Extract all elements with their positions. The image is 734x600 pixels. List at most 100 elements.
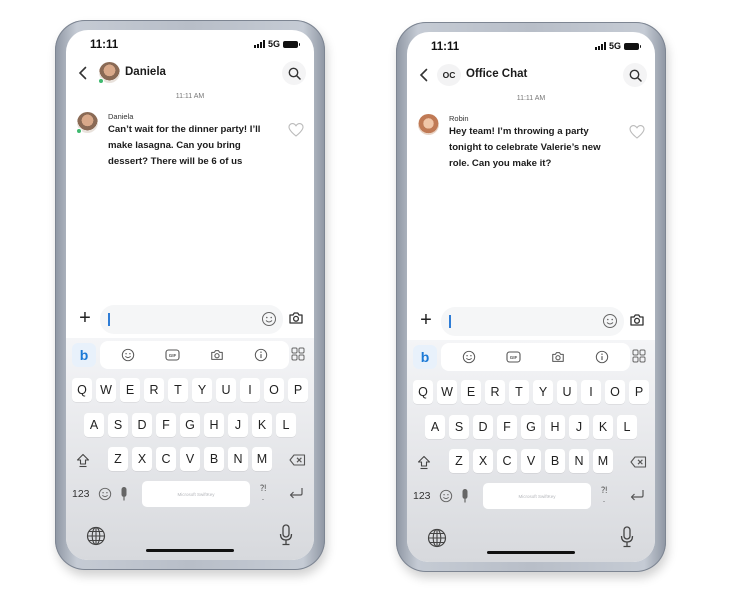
search-button[interactable] — [282, 61, 306, 85]
emoji-key-icon[interactable] — [98, 487, 112, 501]
home-indicator[interactable] — [487, 550, 575, 554]
backspace-key[interactable] — [288, 451, 306, 469]
key-a[interactable]: A — [424, 415, 446, 439]
microphone-icon[interactable] — [278, 524, 294, 546]
key-b[interactable]: B — [544, 449, 566, 473]
back-button[interactable] — [74, 64, 92, 82]
globe-icon[interactable] — [86, 526, 106, 546]
key-m[interactable]: M — [592, 449, 614, 473]
home-indicator[interactable] — [146, 548, 234, 552]
key-o[interactable]: O — [263, 378, 285, 402]
key-z[interactable]: Z — [448, 449, 470, 473]
key-v[interactable]: V — [520, 449, 542, 473]
toolbar-info-button[interactable] — [253, 347, 269, 363]
globe-icon[interactable] — [427, 528, 447, 548]
key-m[interactable]: M — [251, 447, 273, 471]
key-x[interactable]: X — [472, 449, 494, 473]
toolbar-gif-button[interactable]: GIF — [164, 347, 180, 363]
key-c[interactable]: C — [496, 449, 518, 473]
key-l[interactable]: L — [616, 415, 638, 439]
key-p[interactable]: P — [628, 380, 650, 404]
key-s[interactable]: S — [448, 415, 470, 439]
key-n[interactable]: N — [568, 449, 590, 473]
key-i[interactable]: I — [239, 378, 261, 402]
key-t[interactable]: T — [508, 380, 530, 404]
avatar[interactable] — [98, 62, 120, 84]
key-f[interactable]: F — [496, 415, 518, 439]
key-g[interactable]: G — [520, 415, 542, 439]
key-r[interactable]: R — [484, 380, 506, 404]
key-s[interactable]: S — [107, 413, 129, 437]
key-w[interactable]: W — [436, 380, 458, 404]
microphone-icon[interactable] — [619, 526, 635, 548]
key-j[interactable]: J — [227, 413, 249, 437]
punctuation-key[interactable]: ⁈. — [599, 486, 609, 506]
key-w[interactable]: W — [95, 378, 117, 402]
backspace-key[interactable] — [629, 453, 647, 471]
key-a[interactable]: A — [83, 413, 105, 437]
space-bar[interactable]: Microsoft SwiftKey — [483, 483, 591, 509]
key-h[interactable]: H — [203, 413, 225, 437]
key-b[interactable]: B — [203, 447, 225, 471]
key-q[interactable]: Q — [71, 378, 93, 402]
key-z[interactable]: Z — [107, 447, 129, 471]
key-x[interactable]: X — [131, 447, 153, 471]
emoji-icon[interactable] — [261, 311, 277, 327]
space-bar[interactable]: Microsoft SwiftKey — [142, 481, 250, 507]
search-button[interactable] — [623, 63, 647, 87]
key-f[interactable]: F — [155, 413, 177, 437]
key-j[interactable]: J — [568, 415, 590, 439]
key-y[interactable]: Y — [532, 380, 554, 404]
key-u[interactable]: U — [215, 378, 237, 402]
add-attachment-button[interactable]: + — [417, 310, 435, 330]
key-g[interactable]: G — [179, 413, 201, 437]
chat-title[interactable]: Office Chat — [466, 68, 527, 80]
key-d[interactable]: D — [131, 413, 153, 437]
message-input[interactable] — [100, 305, 283, 334]
toolbar-camera-button[interactable] — [209, 347, 225, 363]
bing-button[interactable]: b — [72, 343, 96, 367]
key-r[interactable]: R — [143, 378, 165, 402]
toolbar-emoji-button[interactable] — [120, 347, 136, 363]
message-input[interactable] — [441, 307, 624, 336]
key-i[interactable]: I — [580, 380, 602, 404]
key-e[interactable]: E — [119, 378, 141, 402]
sender-avatar[interactable] — [76, 112, 98, 134]
toolbar-gif-button[interactable]: GIF — [505, 349, 521, 365]
toolbar-camera-button[interactable] — [550, 349, 566, 365]
numbers-key[interactable]: 123 — [72, 488, 90, 500]
camera-icon[interactable] — [629, 312, 645, 328]
key-t[interactable]: T — [167, 378, 189, 402]
key-d[interactable]: D — [472, 415, 494, 439]
punctuation-key[interactable]: ⁈. — [258, 484, 268, 504]
key-o[interactable]: O — [604, 380, 626, 404]
apps-grid-icon[interactable] — [632, 349, 646, 363]
heart-icon[interactable] — [288, 122, 304, 138]
key-v[interactable]: V — [179, 447, 201, 471]
key-y[interactable]: Y — [191, 378, 213, 402]
numbers-key[interactable]: 123 — [413, 490, 431, 502]
return-icon[interactable] — [288, 486, 304, 500]
key-e[interactable]: E — [460, 380, 482, 404]
key-c[interactable]: C — [155, 447, 177, 471]
key-k[interactable]: K — [592, 415, 614, 439]
key-h[interactable]: H — [544, 415, 566, 439]
key-n[interactable]: N — [227, 447, 249, 471]
dictation-mic-icon[interactable] — [459, 488, 471, 504]
group-avatar[interactable]: OC — [437, 64, 461, 86]
emoji-icon[interactable] — [602, 313, 618, 329]
bing-button[interactable]: b — [413, 345, 437, 369]
emoji-key-icon[interactable] — [439, 489, 453, 503]
key-q[interactable]: Q — [412, 380, 434, 404]
key-k[interactable]: K — [251, 413, 273, 437]
dictation-mic-icon[interactable] — [118, 486, 130, 502]
heart-icon[interactable] — [629, 124, 645, 140]
key-p[interactable]: P — [287, 378, 309, 402]
toolbar-emoji-button[interactable] — [461, 349, 477, 365]
apps-grid-icon[interactable] — [291, 347, 305, 361]
chat-title[interactable]: Daniela — [125, 66, 166, 78]
return-icon[interactable] — [629, 488, 645, 502]
add-attachment-button[interactable]: + — [76, 308, 94, 328]
sender-avatar[interactable] — [418, 114, 439, 135]
camera-icon[interactable] — [288, 310, 304, 326]
